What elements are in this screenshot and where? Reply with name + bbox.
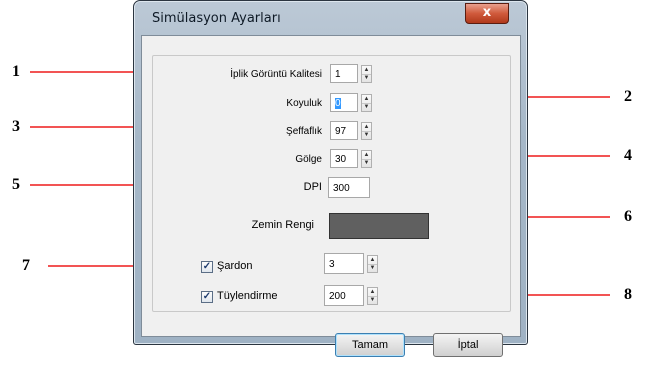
check-icon: ✓ xyxy=(202,291,212,302)
close-icon: x xyxy=(482,5,492,20)
ok-button[interactable]: Tamam xyxy=(335,333,405,357)
annotation-5: 5 xyxy=(12,176,20,193)
tuylendirme-spinner[interactable]: ▲ ▼ xyxy=(367,287,378,305)
sardon-input[interactable]: 3 xyxy=(324,253,364,274)
down-arrow-icon[interactable]: ▼ xyxy=(368,264,377,272)
down-arrow-icon[interactable]: ▼ xyxy=(362,74,371,82)
sardon-spinner[interactable]: ▲ ▼ xyxy=(367,255,378,273)
down-arrow-icon[interactable]: ▼ xyxy=(362,103,371,111)
transparency-input[interactable]: 97 xyxy=(330,121,358,140)
annotation-4: 4 xyxy=(624,147,632,164)
close-button[interactable]: x xyxy=(465,3,509,24)
dpi-input[interactable]: 300 xyxy=(328,177,370,198)
annotation-8: 8 xyxy=(624,286,632,303)
shadow-label: Gölge xyxy=(295,154,322,165)
shadow-input[interactable]: 30 xyxy=(330,149,358,168)
dialog-body: İplik Görüntü Kalitesi 1 ▲ ▼ Koyuluk 0 ▲… xyxy=(141,35,521,357)
darkness-input[interactable]: 0 xyxy=(330,93,358,112)
check-icon: ✓ xyxy=(202,261,212,272)
annotation-7: 7 xyxy=(22,257,30,274)
tuylendirme-label: Tüylendirme xyxy=(217,290,278,302)
thread-quality-label: İplik Görüntü Kalitesi xyxy=(230,69,322,80)
tuylendirme-checkbox[interactable]: ✓ xyxy=(201,291,213,303)
annotation-3: 3 xyxy=(12,118,20,135)
cancel-button[interactable]: İptal xyxy=(433,333,503,357)
background-color-label: Zemin Rengi xyxy=(251,219,314,231)
darkness-spinner[interactable]: ▲ ▼ xyxy=(361,94,372,112)
title-bar[interactable]: Simülasyon Ayarları x xyxy=(134,1,527,35)
down-arrow-icon[interactable]: ▼ xyxy=(362,159,371,167)
sardon-label: Şardon xyxy=(217,260,253,272)
down-arrow-icon[interactable]: ▼ xyxy=(368,296,377,304)
thread-quality-spinner[interactable]: ▲ ▼ xyxy=(361,65,372,83)
annotation-6: 6 xyxy=(624,208,632,225)
annotation-1: 1 xyxy=(12,63,20,80)
tuylendirme-input[interactable]: 200 xyxy=(324,285,364,306)
transparency-spinner[interactable]: ▲ ▼ xyxy=(361,122,372,140)
transparency-label: Şeffaflık xyxy=(286,126,322,137)
shadow-spinner[interactable]: ▲ ▼ xyxy=(361,150,372,168)
dpi-label: DPI xyxy=(303,181,322,193)
settings-dialog: Simülasyon Ayarları x İplik Görüntü Kali… xyxy=(133,0,528,357)
sardon-checkbox[interactable]: ✓ xyxy=(201,261,213,273)
down-arrow-icon[interactable]: ▼ xyxy=(362,131,371,139)
dialog-title: Simülasyon Ayarları xyxy=(152,11,281,26)
thread-quality-input[interactable]: 1 xyxy=(330,64,358,83)
annotation-2: 2 xyxy=(624,88,632,105)
darkness-label: Koyuluk xyxy=(286,98,322,109)
background-color-swatch[interactable] xyxy=(329,213,429,239)
